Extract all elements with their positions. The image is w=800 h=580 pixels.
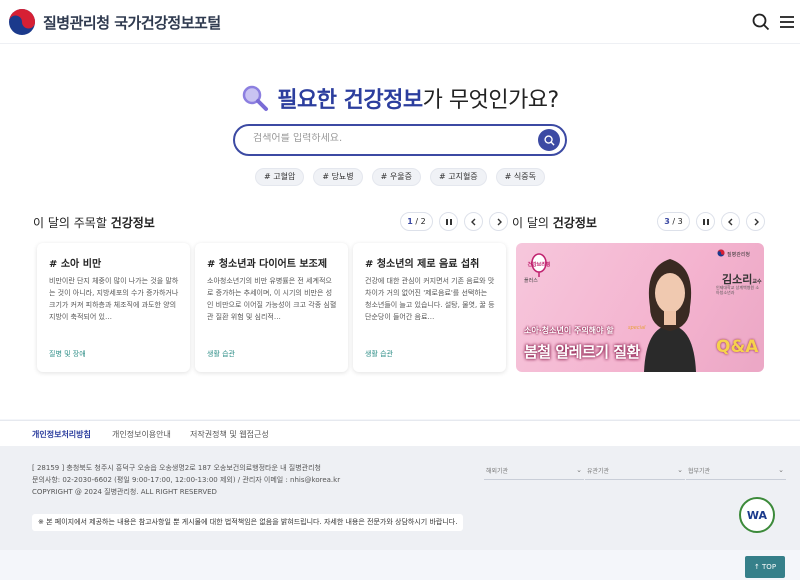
prev-button[interactable] xyxy=(721,212,740,231)
hamburger-menu-icon[interactable] xyxy=(778,13,796,31)
taegeuk-logo-icon xyxy=(9,9,35,35)
hero-title-emphasis: 필요한 건강정보 xyxy=(277,88,423,113)
search-icon[interactable] xyxy=(752,13,770,31)
hero-title-rest: 가 무엇인가요? xyxy=(422,88,560,113)
pager-current: 3 xyxy=(664,217,670,226)
banner-special-label: special xyxy=(628,325,646,331)
footer-nav: 개인정보처리방침 개인정보이용안내 저작권정책 및 웹접근성 xyxy=(0,420,800,446)
site-title: 질병관리청 국가건강정보포털 xyxy=(43,13,221,32)
banner-qa: Q&A xyxy=(716,337,759,357)
presenter-portrait xyxy=(644,259,696,372)
card-description: 건강에 대한 관심이 커지면서 기존 음료와 맛 차이가 거의 없어진 '제로음… xyxy=(365,277,495,321)
section-title-prefix: 이 달의 주목할 xyxy=(33,216,111,230)
card-category: 생활 습관 xyxy=(207,350,235,358)
pager-current: 1 xyxy=(407,217,413,226)
keyword-tags: # 고혈압 # 당뇨병 # 우울증 # 고지혈증 # 식중독 xyxy=(0,168,800,186)
site-header: 질병관리청 국가건강정보포털 xyxy=(0,0,800,44)
card-category: 질병 및 장애 xyxy=(49,350,86,358)
select-label: 유관기관 xyxy=(587,468,610,475)
related-agencies-select[interactable]: 유관기관 ⌄ xyxy=(585,466,685,480)
footer-info: [ 28159 ] 충청북도 청주시 흥덕구 오송읍 오송생명2로 187 오송… xyxy=(32,462,340,498)
card-category: 생활 습관 xyxy=(365,350,393,358)
footer-disclaimer: ※ 본 페이지에서 제공하는 내용은 참고사항일 뿐 게시물에 대한 법적책임은… xyxy=(32,514,464,531)
org-logo-icon xyxy=(717,249,725,257)
monthly-carousel-controls: 3 / 3 xyxy=(657,212,765,231)
privacy-policy-link[interactable]: 개인정보처리방침 xyxy=(32,429,91,440)
carousel-pager: 3 / 3 xyxy=(657,212,690,231)
keyword-tag[interactable]: # 우울증 xyxy=(371,168,421,186)
select-label: 협부기관 xyxy=(688,468,711,475)
wa-mark-label: WA xyxy=(747,509,768,522)
banner-org: 질병관리청 xyxy=(727,252,751,258)
chevron-left-icon xyxy=(727,218,732,225)
featured-section-title: 이 달의 주목할 건강정보 xyxy=(33,214,155,231)
magnifier-icon xyxy=(243,85,269,111)
monthly-section-title: 이 달의 건강정보 xyxy=(512,214,597,231)
keyword-tag[interactable]: # 식중독 xyxy=(495,168,545,186)
pause-button[interactable] xyxy=(439,212,458,231)
chevron-down-icon: ⌄ xyxy=(677,466,683,474)
next-button[interactable] xyxy=(746,212,765,231)
health-info-card[interactable]: # 청소년의 제로 음료 섭취 건강에 대한 관심이 커지면서 기존 음료와 맛… xyxy=(353,243,506,372)
privacy-usage-link[interactable]: 개인정보이용안내 xyxy=(112,429,171,440)
site-footer: [ 28159 ] 충청북도 청주시 흥덕구 오송읍 오송생명2로 187 오송… xyxy=(0,446,800,550)
card-title: # 청소년의 제로 음료 섭취 xyxy=(365,259,480,270)
chevron-right-icon xyxy=(497,218,502,225)
banner-subtitle: 소아·청소년이 주의해야 할 xyxy=(524,326,614,335)
section-title-prefix: 이 달의 xyxy=(512,216,553,230)
card-description: 비만이란 단지 체중이 많이 나가는 것을 말하는 것이 아니라, 지방세포의 … xyxy=(49,277,179,321)
health-info-card[interactable]: # 청소년과 다이어트 보조제 소아청소년기의 비만 유병률은 전 세계적으로 … xyxy=(195,243,348,372)
card-title: # 소아 비만 xyxy=(49,259,102,270)
pause-button[interactable] xyxy=(696,212,715,231)
chevron-right-icon xyxy=(754,218,759,225)
chevron-down-icon: ⌄ xyxy=(576,466,582,474)
scroll-to-top-button[interactable]: ↑ TOP xyxy=(745,556,785,578)
overseas-agencies-select[interactable]: 해외기관 ⌄ xyxy=(484,466,584,480)
keyword-tag[interactable]: # 고혈압 xyxy=(255,168,305,186)
main-search-input[interactable] xyxy=(253,133,533,144)
featured-carousel-controls: 1 / 2 xyxy=(400,212,508,231)
badge-label: 건강브리핑 xyxy=(527,262,551,268)
cooperating-agencies-select[interactable]: 협부기관 ⌄ xyxy=(686,466,786,480)
carousel-pager: 1 / 2 xyxy=(400,212,433,231)
footer-address: [ 28159 ] 충청북도 청주시 흥덕구 오송읍 오송생명2로 187 오송… xyxy=(32,464,321,472)
select-label: 해외기관 xyxy=(486,468,509,475)
pager-total: / 2 xyxy=(415,217,426,226)
keyword-tag[interactable]: # 당뇨병 xyxy=(313,168,363,186)
section-title-bold: 건강정보 xyxy=(552,216,597,230)
presenter-affiliation: 인제대학교 상계백병원 소아청소년과 xyxy=(716,285,760,295)
pause-icon xyxy=(445,218,452,225)
chevron-down-icon: ⌄ xyxy=(778,466,784,474)
hero-title: 필요한 건강정보가 무엇인가요? xyxy=(0,82,800,114)
main-search-box xyxy=(233,124,567,156)
section-title-bold: 건강정보 xyxy=(110,216,155,230)
site-logo[interactable]: 질병관리청 국가건강정보포털 xyxy=(8,8,221,36)
main-search-button[interactable] xyxy=(538,129,560,151)
card-title: # 청소년과 다이어트 보조제 xyxy=(207,259,328,270)
health-briefing-banner[interactable]: 건강브리핑 플러스 질병관리청 김소리교수 인제대학교 상계백병원 소아청소년과… xyxy=(516,243,764,372)
keyword-tag[interactable]: # 고지혈증 xyxy=(429,168,487,186)
chevron-left-icon xyxy=(470,218,475,225)
footer-copyright: COPYRIGHT @ 2024 질병관리청. ALL RIGHT RESERV… xyxy=(32,488,217,496)
copyright-policy-link[interactable]: 저작권정책 및 웹접근성 xyxy=(190,429,269,440)
health-info-card[interactable]: # 소아 비만 비만이란 단지 체중이 많이 나가는 것을 말하는 것이 아니라… xyxy=(37,243,190,372)
footer-contact: 문의사항: 02-2030-6602 (평일 9:00-17:00, 12:00… xyxy=(32,476,341,484)
web-accessibility-mark-icon: WA xyxy=(739,497,775,533)
card-description: 소아청소년기의 비만 유병률은 전 세계적으로 증가하는 추세이며, 이 시기의… xyxy=(207,277,337,321)
prev-button[interactable] xyxy=(464,212,483,231)
pager-total: / 3 xyxy=(672,217,683,226)
search-icon xyxy=(543,134,555,146)
pause-icon xyxy=(702,218,709,225)
badge-plus-label: 플러스 xyxy=(524,278,538,284)
banner-headline: 봄철 알레르기 질환 xyxy=(524,343,640,361)
next-button[interactable] xyxy=(489,212,508,231)
